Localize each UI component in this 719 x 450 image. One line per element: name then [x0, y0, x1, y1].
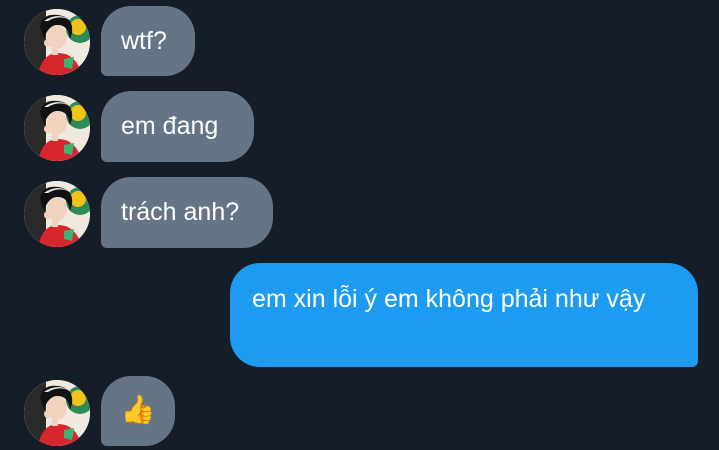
- message-text: em xin lỗi ý em không phải như vậy: [252, 285, 646, 313]
- outgoing-message-bubble[interactable]: em xin lỗi ý em không phải như vậy: [230, 263, 698, 367]
- contact-avatar[interactable]: [24, 181, 90, 247]
- contact-avatar[interactable]: [24, 95, 90, 161]
- message-row: trách anh?: [0, 172, 719, 252]
- message-row: 👍: [0, 372, 719, 450]
- incoming-message-bubble[interactable]: wtf?: [101, 6, 195, 76]
- message-row: em xin lỗi ý em không phải như vậy: [0, 258, 719, 370]
- incoming-message-bubble[interactable]: em đang: [101, 91, 254, 162]
- message-row: em đang: [0, 86, 719, 166]
- incoming-message-bubble[interactable]: trách anh?: [101, 177, 273, 248]
- message-row: wtf?: [0, 0, 719, 80]
- contact-avatar[interactable]: [24, 9, 90, 75]
- incoming-message-bubble[interactable]: 👍: [101, 376, 175, 446]
- contact-avatar[interactable]: [24, 380, 90, 446]
- message-text: trách anh?: [121, 198, 240, 226]
- message-text: wtf?: [121, 27, 167, 55]
- message-text: em đang: [121, 112, 219, 140]
- chat-thread: wtf? em đang trách anh? em xin lỗi ý em …: [0, 0, 719, 450]
- thumbs-up-emoji: 👍: [120, 394, 156, 425]
